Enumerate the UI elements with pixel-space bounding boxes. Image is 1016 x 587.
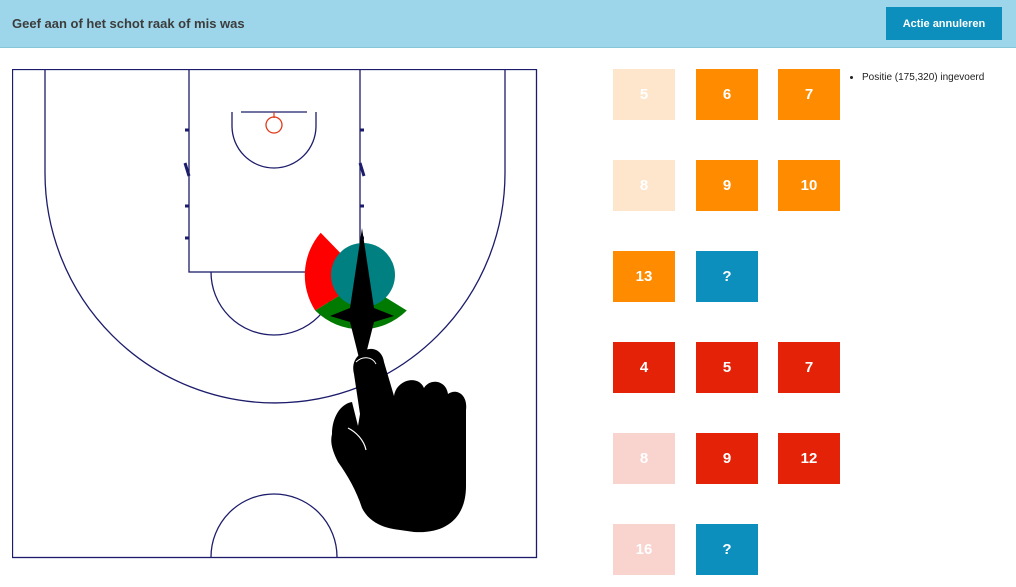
player-tile[interactable]: 16	[613, 524, 675, 575]
player-tile[interactable]: 7	[778, 342, 840, 393]
rim-icon	[265, 116, 283, 134]
lane-hash-marks	[183, 128, 366, 240]
player-tile[interactable]: 10	[778, 160, 840, 211]
player-tile[interactable]: 6	[696, 69, 758, 120]
action-log: Positie (175,320) ingevoerd	[848, 72, 984, 83]
hand-pointer-icon	[330, 228, 467, 533]
player-tile[interactable]: 5	[696, 342, 758, 393]
header-bar: Geef aan of het schot raak of mis was Ac…	[0, 0, 1016, 48]
player-tile[interactable]: 8	[613, 160, 675, 211]
unknown-player-tile[interactable]: ?	[696, 524, 758, 575]
restricted-area	[231, 112, 317, 169]
player-tile[interactable]: 5	[613, 69, 675, 120]
player-tile[interactable]: 13	[613, 251, 675, 302]
page-title: Geef aan of het schot raak of mis was	[12, 16, 245, 31]
cancel-action-button[interactable]: Actie annuleren	[886, 7, 1002, 40]
player-tile[interactable]: 9	[696, 160, 758, 211]
player-tile[interactable]: 9	[696, 433, 758, 484]
player-tile[interactable]: 4	[613, 342, 675, 393]
player-tile[interactable]: 7	[778, 69, 840, 120]
log-entry: Positie (175,320) ingevoerd	[862, 72, 984, 83]
player-tile[interactable]: 12	[778, 433, 840, 484]
unknown-player-tile[interactable]: ?	[696, 251, 758, 302]
player-tile[interactable]: 8	[613, 433, 675, 484]
